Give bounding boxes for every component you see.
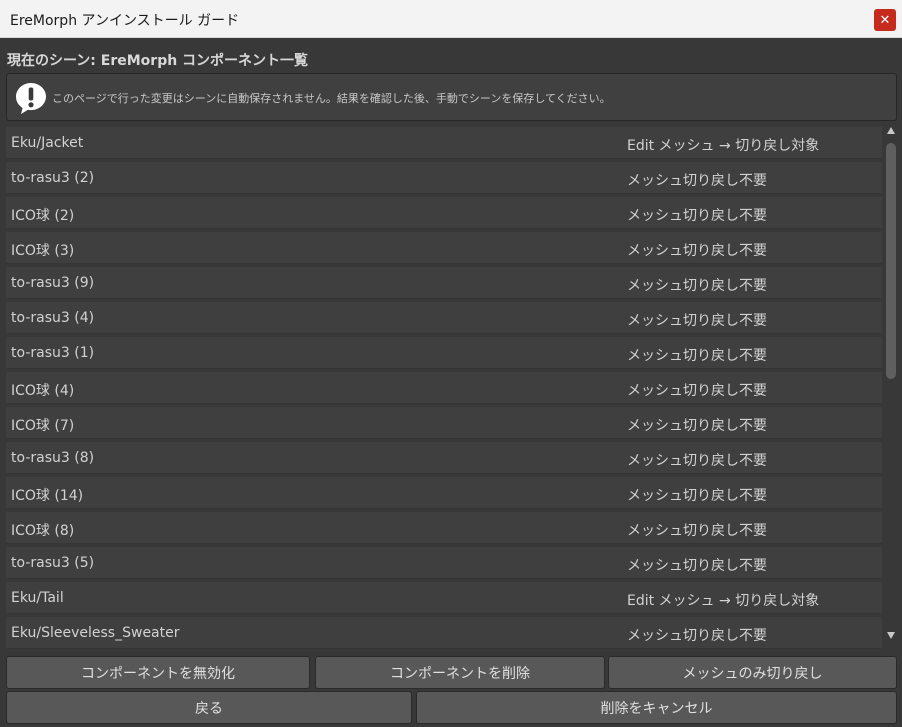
delete-components-button[interactable]: コンポーネントを削除 <box>315 656 605 689</box>
component-name: Eku/Jacket <box>11 135 84 151</box>
component-status: メッシュ切り戻し不要 <box>627 348 767 364</box>
window-title: EreMorph アンインストール ガード <box>10 13 240 29</box>
warning-exclamation-icon <box>16 83 46 114</box>
scrollbar[interactable] <box>884 127 898 643</box>
close-icon: ✕ <box>879 12 891 28</box>
component-name: ICO球 (4) <box>11 383 75 399</box>
back-button[interactable]: 戻る <box>6 691 412 724</box>
component-name: to-rasu3 (2) <box>11 170 95 186</box>
component-name: Eku/Tail <box>11 590 64 606</box>
component-name: ICO球 (8) <box>11 523 75 539</box>
component-name: Eku/Sleeveless_Sweater <box>11 625 180 641</box>
component-name: ICO球 (2) <box>11 208 75 224</box>
component-status: メッシュ切り戻し不要 <box>627 523 767 539</box>
component-status: メッシュ切り戻し不要 <box>627 383 767 399</box>
table-row[interactable]: ICO球 (2) メッシュ切り戻し不要 <box>6 197 882 229</box>
component-status: メッシュ切り戻し不要 <box>627 628 767 644</box>
table-row[interactable]: ICO球 (14) メッシュ切り戻し不要 <box>6 477 882 509</box>
table-row[interactable]: ICO球 (4) メッシュ切り戻し不要 <box>6 372 882 404</box>
scroll-down-arrow-icon[interactable] <box>887 632 895 639</box>
warning-text: このページで行った変更はシーンに自動保存されません。結果を確認した後、手動でシー… <box>52 92 611 105</box>
title-bar: EreMorph アンインストール ガード ✕ <box>0 0 902 38</box>
component-name: ICO球 (14) <box>11 488 84 504</box>
scroll-thumb[interactable] <box>886 143 896 379</box>
component-status: メッシュ切り戻し不要 <box>627 243 767 259</box>
component-status: メッシュ切り戻し不要 <box>627 278 767 294</box>
component-name: to-rasu3 (4) <box>11 310 95 326</box>
component-status: メッシュ切り戻し不要 <box>627 453 767 469</box>
component-name: to-rasu3 (9) <box>11 275 95 291</box>
component-status: Edit メッシュ → 切り戻し対象 <box>627 593 820 609</box>
mesh-revert-only-button[interactable]: メッシュのみ切り戻し <box>608 656 897 689</box>
component-name: to-rasu3 (8) <box>11 450 95 466</box>
table-row[interactable]: to-rasu3 (8) メッシュ切り戻し不要 <box>6 442 882 474</box>
component-name: ICO球 (7) <box>11 418 75 434</box>
table-row[interactable]: Eku/Tail Edit メッシュ → 切り戻し対象 <box>6 582 882 614</box>
scroll-up-arrow-icon[interactable] <box>887 127 895 134</box>
component-status: メッシュ切り戻し不要 <box>627 558 767 574</box>
warning-box: このページで行った変更はシーンに自動保存されません。結果を確認した後、手動でシー… <box>6 73 897 121</box>
component-status: メッシュ切り戻し不要 <box>627 208 767 224</box>
component-name: to-rasu3 (1) <box>11 345 95 361</box>
table-row[interactable]: Eku/Jacket Edit メッシュ → 切り戻し対象 <box>6 127 882 159</box>
table-row[interactable]: to-rasu3 (2) メッシュ切り戻し不要 <box>6 162 882 194</box>
component-name: to-rasu3 (5) <box>11 555 95 571</box>
table-row[interactable]: to-rasu3 (1) メッシュ切り戻し不要 <box>6 337 882 369</box>
table-row[interactable]: ICO球 (7) メッシュ切り戻し不要 <box>6 407 882 439</box>
table-row[interactable]: to-rasu3 (9) メッシュ切り戻し不要 <box>6 267 882 299</box>
page-title: 現在のシーン: EreMorph コンポーネント一覧 <box>7 53 309 69</box>
close-button[interactable]: ✕ <box>874 9 896 31</box>
component-name: ICO球 (3) <box>11 243 75 259</box>
component-status: メッシュ切り戻し不要 <box>627 418 767 434</box>
component-status: Edit メッシュ → 切り戻し対象 <box>627 138 820 154</box>
disable-components-button[interactable]: コンポーネントを無効化 <box>6 656 310 689</box>
table-row[interactable]: Eku/Sleeveless_Sweater メッシュ切り戻し不要 <box>6 617 882 649</box>
component-status: メッシュ切り戻し不要 <box>627 488 767 504</box>
component-status: メッシュ切り戻し不要 <box>627 173 767 189</box>
table-row[interactable]: to-rasu3 (5) メッシュ切り戻し不要 <box>6 547 882 579</box>
table-row[interactable]: ICO球 (3) メッシュ切り戻し不要 <box>6 232 882 264</box>
component-list: Eku/Jacket Edit メッシュ → 切り戻し対象 to-rasu3 (2)… <box>6 127 882 649</box>
component-status: メッシュ切り戻し不要 <box>627 313 767 329</box>
cancel-delete-button[interactable]: 削除をキャンセル <box>416 691 897 724</box>
table-row[interactable]: ICO球 (8) メッシュ切り戻し不要 <box>6 512 882 544</box>
table-row[interactable]: to-rasu3 (4) メッシュ切り戻し不要 <box>6 302 882 334</box>
